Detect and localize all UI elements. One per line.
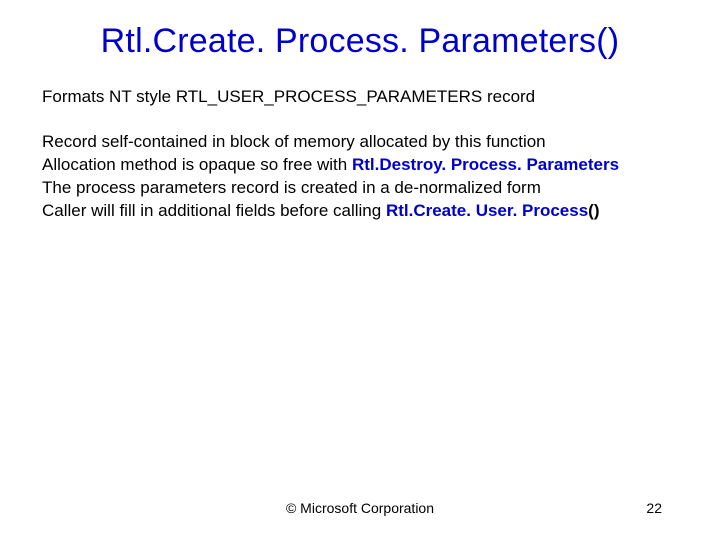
slide-title: Rtl.Create. Process. Parameters() xyxy=(40,22,680,61)
body-line-2-bold: Rtl.Destroy. Process. Parameters xyxy=(352,155,619,174)
body-line-3: The process parameters record is created… xyxy=(42,177,680,200)
slide-container: Rtl.Create. Process. Parameters() Format… xyxy=(0,0,720,540)
body-line-4-bold: Rtl.Create. User. Process xyxy=(386,201,588,220)
body-line-2-text: Allocation method is opaque so free with xyxy=(42,155,352,174)
slide-body: Record self-contained in block of memory… xyxy=(40,131,680,223)
body-line-4-post: () xyxy=(588,201,599,220)
body-line-4: Caller will fill in additional fields be… xyxy=(42,200,680,223)
slide-subtitle: Formats NT style RTL_USER_PROCESS_PARAME… xyxy=(40,87,680,107)
body-line-1: Record self-contained in block of memory… xyxy=(42,131,680,154)
body-line-2: Allocation method is opaque so free with… xyxy=(42,154,680,177)
footer-page-number: 22 xyxy=(646,500,662,516)
footer-copyright: © Microsoft Corporation xyxy=(286,500,434,516)
body-line-4-text: Caller will fill in additional fields be… xyxy=(42,201,386,220)
